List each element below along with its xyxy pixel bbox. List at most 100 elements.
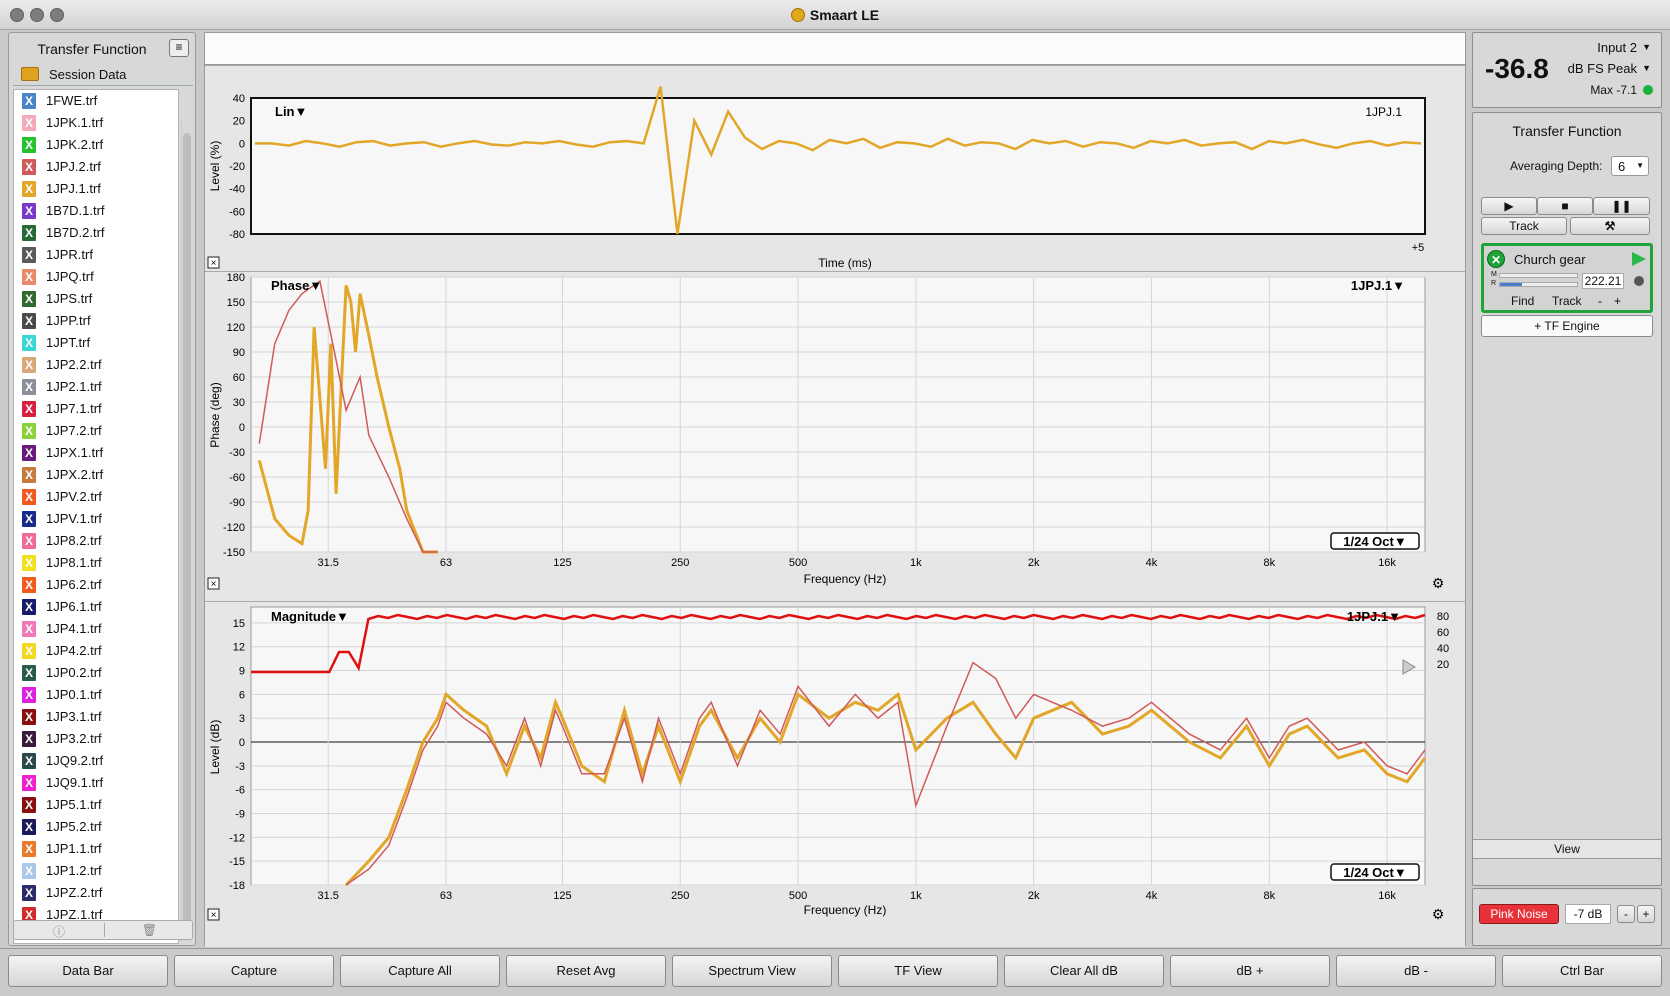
command-button-db[interactable]: dB + xyxy=(1170,955,1330,987)
command-button-data-bar[interactable]: Data Bar xyxy=(8,955,168,987)
list-item[interactable]: X 1JPK.1.trf xyxy=(14,112,178,134)
trace-file-icon[interactable]: X xyxy=(22,753,36,769)
trace-file-icon[interactable]: X xyxy=(22,621,36,637)
list-item[interactable]: X 1JP5.1.trf xyxy=(14,794,178,816)
list-item[interactable]: X 1JP0.1.trf xyxy=(14,684,178,706)
settings-gear-icon[interactable]: ⚙ xyxy=(1432,907,1445,923)
magnitude-smoothing-selector[interactable]: 1/24 Oct▼ xyxy=(1343,865,1406,880)
track-delay-button[interactable]: Track xyxy=(1552,294,1582,308)
trace-file-icon[interactable]: X xyxy=(22,511,36,527)
phase-smoothing-selector[interactable]: 1/24 Oct▼ xyxy=(1343,534,1406,549)
list-item[interactable]: X 1JP8.1.trf xyxy=(14,552,178,574)
command-button-db[interactable]: dB - xyxy=(1336,955,1496,987)
list-item[interactable]: X 1JP2.1.trf xyxy=(14,376,178,398)
trace-file-icon[interactable]: X xyxy=(22,115,36,131)
pink-noise-button[interactable]: Pink Noise xyxy=(1479,904,1559,924)
trace-file-icon[interactable]: X xyxy=(22,159,36,175)
generator-level-field[interactable]: -7 dB xyxy=(1565,904,1611,924)
delay-increment-button[interactable]: + xyxy=(1614,294,1621,308)
list-item[interactable]: X 1JPZ.2.trf xyxy=(14,882,178,904)
list-item[interactable]: X 1JPP.trf xyxy=(14,310,178,332)
trace-file-icon[interactable]: X xyxy=(22,577,36,593)
stop-button[interactable]: ■ xyxy=(1537,197,1593,215)
list-item[interactable]: X 1JPQ.trf xyxy=(14,266,178,288)
input-selector[interactable]: Input 2 xyxy=(1597,40,1637,55)
scrollbar-thumb[interactable] xyxy=(183,133,191,928)
list-item[interactable]: X 1JP4.2.trf xyxy=(14,640,178,662)
settings-gear-icon[interactable]: ⚙ xyxy=(1432,576,1445,592)
find-delay-button[interactable]: Find xyxy=(1511,294,1534,308)
play-button[interactable]: ▶ xyxy=(1481,197,1537,215)
list-item[interactable]: X 1JQ9.1.trf xyxy=(14,772,178,794)
info-icon[interactable]: ⓘ xyxy=(14,923,104,940)
delay-decrement-button[interactable]: - xyxy=(1598,294,1602,308)
trace-file-icon[interactable]: X xyxy=(22,269,36,285)
generator-level-up-button[interactable]: + xyxy=(1637,905,1655,923)
list-item[interactable]: X 1JPT.trf xyxy=(14,332,178,354)
list-item[interactable]: X 1JPK.2.trf xyxy=(14,134,178,156)
trace-file-icon[interactable]: X xyxy=(22,555,36,571)
list-item[interactable]: X 1JP2.2.trf xyxy=(14,354,178,376)
sidebar-menu-button[interactable]: ≡ xyxy=(169,39,189,57)
view-button[interactable]: View xyxy=(1473,839,1661,859)
command-button-spectrum-view[interactable]: Spectrum View xyxy=(672,955,832,987)
trace-file-icon[interactable]: X xyxy=(22,863,36,879)
list-item[interactable]: X 1JP3.2.trf xyxy=(14,728,178,750)
trace-file-icon[interactable]: X xyxy=(22,819,36,835)
command-button-ctrl-bar[interactable]: Ctrl Bar xyxy=(1502,955,1662,987)
list-item[interactable]: X 1FWE.trf xyxy=(14,90,178,112)
trace-file-icon[interactable]: X xyxy=(22,709,36,725)
list-item[interactable]: X 1JPV.1.trf xyxy=(14,508,178,530)
magnitude-plot[interactable]: 15129630-3-6-9-12-15-1831.5 63 125 250 500 1k… xyxy=(205,602,1465,948)
averaging-depth-select[interactable]: 6 ▼ xyxy=(1611,156,1649,176)
list-item[interactable]: X 1JP8.2.trf xyxy=(14,530,178,552)
list-item[interactable]: X 1JP0.2.trf xyxy=(14,662,178,684)
trace-file-icon[interactable]: X xyxy=(22,247,36,263)
phase-plot[interactable]: 180 150 120 90 60 30 0 -30 -60 -90 -120 -150 31.5 63 1… xyxy=(205,272,1465,602)
trace-file-icon[interactable]: X xyxy=(22,643,36,659)
trace-file-icon[interactable]: X xyxy=(22,687,36,703)
trace-file-icon[interactable]: X xyxy=(22,665,36,681)
command-button-tf-view[interactable]: TF View xyxy=(838,955,998,987)
list-item[interactable]: X 1JP6.2.trf xyxy=(14,574,178,596)
list-item[interactable]: X 1JP5.2.trf xyxy=(14,816,178,838)
file-list-scrollbar[interactable] xyxy=(181,121,191,941)
list-item[interactable]: X 1JP6.1.trf xyxy=(14,596,178,618)
magnitude-mode-selector[interactable]: Magnitude▼ xyxy=(271,609,349,624)
trace-file-icon[interactable]: X xyxy=(22,401,36,417)
tf-engine-card[interactable]: ✕ Church gear M R 222.21 Find Track - + xyxy=(1481,243,1653,313)
trace-file-icon[interactable]: X xyxy=(22,203,36,219)
trace-file-icon[interactable]: X xyxy=(22,313,36,329)
impulse-mode-selector[interactable]: Lin▼ xyxy=(275,104,307,119)
list-item[interactable]: X 1JP3.1.trf xyxy=(14,706,178,728)
delay-field[interactable]: 222.21 xyxy=(1582,273,1624,289)
command-button-capture-all[interactable]: Capture All xyxy=(340,955,500,987)
list-item[interactable]: X 1JPV.2.trf xyxy=(14,486,178,508)
trace-file-icon[interactable]: X xyxy=(22,841,36,857)
trace-file-icon[interactable]: X xyxy=(22,489,36,505)
trace-file-icon[interactable]: X xyxy=(22,885,36,901)
list-item[interactable]: X 1JPJ.1.trf xyxy=(14,178,178,200)
track-button[interactable]: Track xyxy=(1481,217,1567,235)
trace-file-icon[interactable]: X xyxy=(22,335,36,351)
list-item[interactable]: X 1JQ9.2.trf xyxy=(14,750,178,772)
trace-file-icon[interactable]: X xyxy=(22,291,36,307)
engine-run-icon[interactable] xyxy=(1632,252,1646,266)
trace-file-icon[interactable]: X xyxy=(22,467,36,483)
list-item[interactable]: X 1JP7.1.trf xyxy=(14,398,178,420)
list-item[interactable]: X 1B7D.1.trf xyxy=(14,200,178,222)
engine-name[interactable]: Church gear xyxy=(1514,252,1586,267)
list-item[interactable]: X 1JP1.2.trf xyxy=(14,860,178,882)
trace-file-icon[interactable]: X xyxy=(22,797,36,813)
generator-level-down-button[interactable]: - xyxy=(1617,905,1635,923)
command-button-clear-all-db[interactable]: Clear All dB xyxy=(1004,955,1164,987)
add-tf-engine-button[interactable]: + TF Engine xyxy=(1481,315,1653,337)
trace-file-icon[interactable]: X xyxy=(22,731,36,747)
pause-button[interactable]: ❚❚ xyxy=(1593,197,1650,215)
trace-file-icon[interactable]: X xyxy=(22,225,36,241)
session-data-folder[interactable]: Session Data xyxy=(13,64,193,86)
list-item[interactable]: X 1JP4.1.trf xyxy=(14,618,178,640)
trace-file-icon[interactable]: X xyxy=(22,445,36,461)
list-item[interactable]: X 1B7D.2.trf xyxy=(14,222,178,244)
meter-type-selector[interactable]: dB FS Peak xyxy=(1568,61,1637,76)
